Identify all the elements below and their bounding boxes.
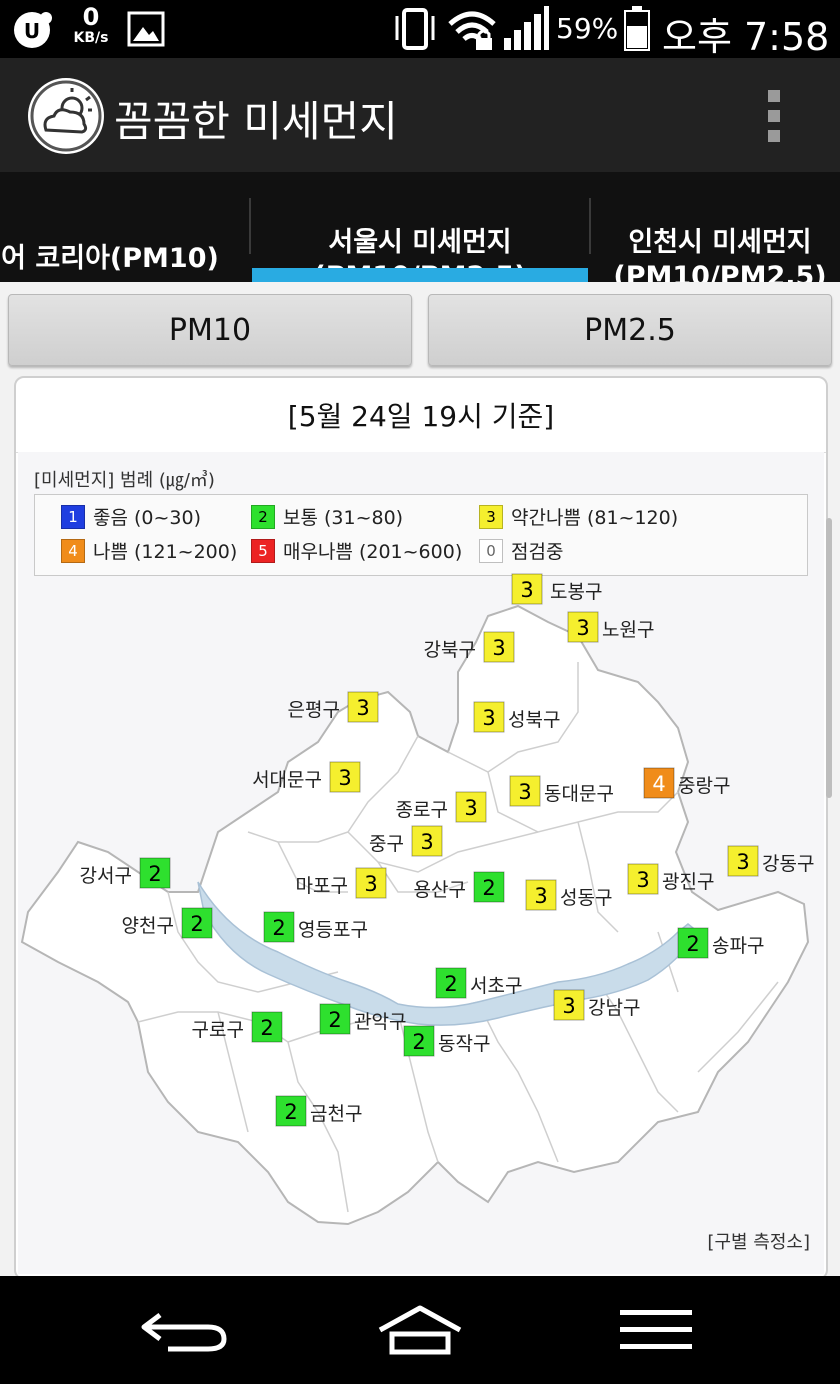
district-name: 강서구 [80,865,132,887]
district-level-value: 3 [482,706,495,730]
district-level-value: 3 [492,636,505,660]
tab-korea-pm10[interactable]: 어 코리아(PM10) [0,208,240,276]
navigation-bar [0,1276,840,1384]
district-name: 양천구 [122,915,174,937]
vibrate-icon [392,6,438,52]
district-level-value: 2 [686,932,699,956]
pm10-button[interactable]: PM10 [8,294,412,366]
district-name: 광진구 [662,871,714,893]
signal-strength-icon [502,6,550,52]
data-speed-value: 0 [82,3,100,31]
district-name: 도봉구 [550,581,602,603]
tab-bar: 어 코리아(PM10) 서울시 미세먼지 (PM10/PM2.5) 인천시 미세… [0,172,840,282]
map-footnote: [구별 측정소] [707,1232,810,1253]
district-marker: 3 노원구 [567,611,654,643]
district-level-value: 3 [364,872,377,896]
district-level-value: 2 [272,916,285,940]
district-name: 용산구 [414,879,466,901]
district-level-value: 2 [444,972,457,996]
district-name: 노원구 [602,619,654,641]
district-level-value: 2 [482,876,495,900]
status-bar: U 0 KB/s 59% 오후 7:58 [0,0,840,59]
clock: 오후 7:58 [662,15,830,59]
battery-percent: 59% [556,12,619,45]
district-level-value: 2 [412,1030,425,1054]
district-marker: 3 은평구 [288,691,379,723]
district-level-value: 3 [534,884,547,908]
image-notification-icon [126,10,166,48]
seoul-dust-map: [미세먼지] 범례 (㎍/㎥) 1 좋음 (0~30) 2 보통 (31~80)… [18,452,824,1274]
district-level-value: 3 [420,830,433,854]
district-name: 동대문구 [544,783,614,805]
district-marker: 3 도봉구 [511,573,602,605]
district-name: 중랑구 [678,775,730,797]
district-level-value: 3 [576,616,589,640]
data-speed-unit: KB/s [73,30,109,46]
overflow-menu-icon[interactable] [766,90,782,144]
home-button[interactable] [360,1300,480,1360]
district-level-value: 2 [328,1008,341,1032]
district-name: 동작구 [438,1033,490,1055]
district-level-value: 2 [284,1100,297,1124]
svg-text:U: U [24,19,40,43]
tab-incheon-dust[interactable]: 인천시 미세먼지 (PM10/PM2.5) [590,192,840,282]
district-name: 중구 [369,833,404,855]
district-level-value: 3 [562,994,575,1018]
district-name: 송파구 [712,935,764,957]
district-level-value: 3 [520,578,533,602]
district-level-value: 2 [148,862,161,886]
app-bar: 꼼꼼한 미세먼지 [0,58,840,174]
district-level-value: 3 [518,780,531,804]
district-name: 강북구 [424,639,476,661]
carrier-icon: U [12,8,56,50]
menu-icon [620,1310,692,1349]
district-level-value: 2 [190,912,203,936]
district-level-value: 3 [464,796,477,820]
district-name: 성북구 [508,709,560,731]
district-name: 강남구 [588,997,640,1019]
back-arrow-icon [141,1313,227,1352]
tab-label: 인천시 미세먼지 (PM10/PM2.5) [613,227,827,282]
district-marker: 4 중랑구 [643,767,730,799]
pm25-button[interactable]: PM2.5 [428,294,832,366]
district-level-value: 3 [356,696,369,720]
district-name: 서초구 [470,975,522,997]
battery-icon [622,6,652,52]
tab-label: 어 코리아(PM10) [1,243,219,274]
scrollbar-thumb[interactable] [826,518,832,798]
dust-map-card: [5월 24일 19시 기준] [미세먼지] 범례 (㎍/㎥) 1 좋음 (0~… [14,376,828,1276]
district-level-value: 3 [636,868,649,892]
content-area: PM10 PM2.5 [5월 24일 19시 기준] [미세먼지] 범례 (㎍/… [0,282,840,1276]
district-level-value: 2 [260,1016,273,1040]
home-icon [378,1305,462,1355]
district-marker: 3 강동구 [727,845,814,877]
district-name: 마포구 [296,875,348,897]
district-name: 금천구 [310,1103,362,1125]
district-level-value: 3 [338,766,351,790]
tab-divider [249,198,251,254]
wifi-locked-icon [446,8,498,52]
district-level-value: 3 [736,850,749,874]
district-name: 서대문구 [252,769,322,791]
district-name: 종로구 [396,799,448,821]
district-name: 구로구 [192,1019,244,1041]
legend-title: [미세먼지] 범례 (㎍/㎥) [34,470,215,491]
back-button[interactable] [126,1300,246,1360]
district-name: 강동구 [762,853,814,875]
reference-time-label: [5월 24일 19시 기준] [16,378,826,453]
district-name: 관악구 [354,1011,406,1033]
tab-selected-indicator [252,268,588,282]
weather-cloud-icon[interactable] [28,78,104,154]
data-speed: 0 KB/s [66,4,116,46]
menu-button[interactable] [596,1300,716,1360]
district-name: 성동구 [560,887,612,909]
district-level-value: 4 [652,772,665,796]
district-marker: 3 강북구 [424,631,515,663]
app-title: 꼼꼼한 미세먼지 [114,97,398,146]
seoul-map-svg: 3 도봉구3 노원구3강북구3은평구 3 성북구3서대문구3종로구3 동대문구 4 중랑구3중… [20,573,814,1226]
district-name: 영등포구 [298,919,368,941]
district-name: 은평구 [288,699,340,721]
